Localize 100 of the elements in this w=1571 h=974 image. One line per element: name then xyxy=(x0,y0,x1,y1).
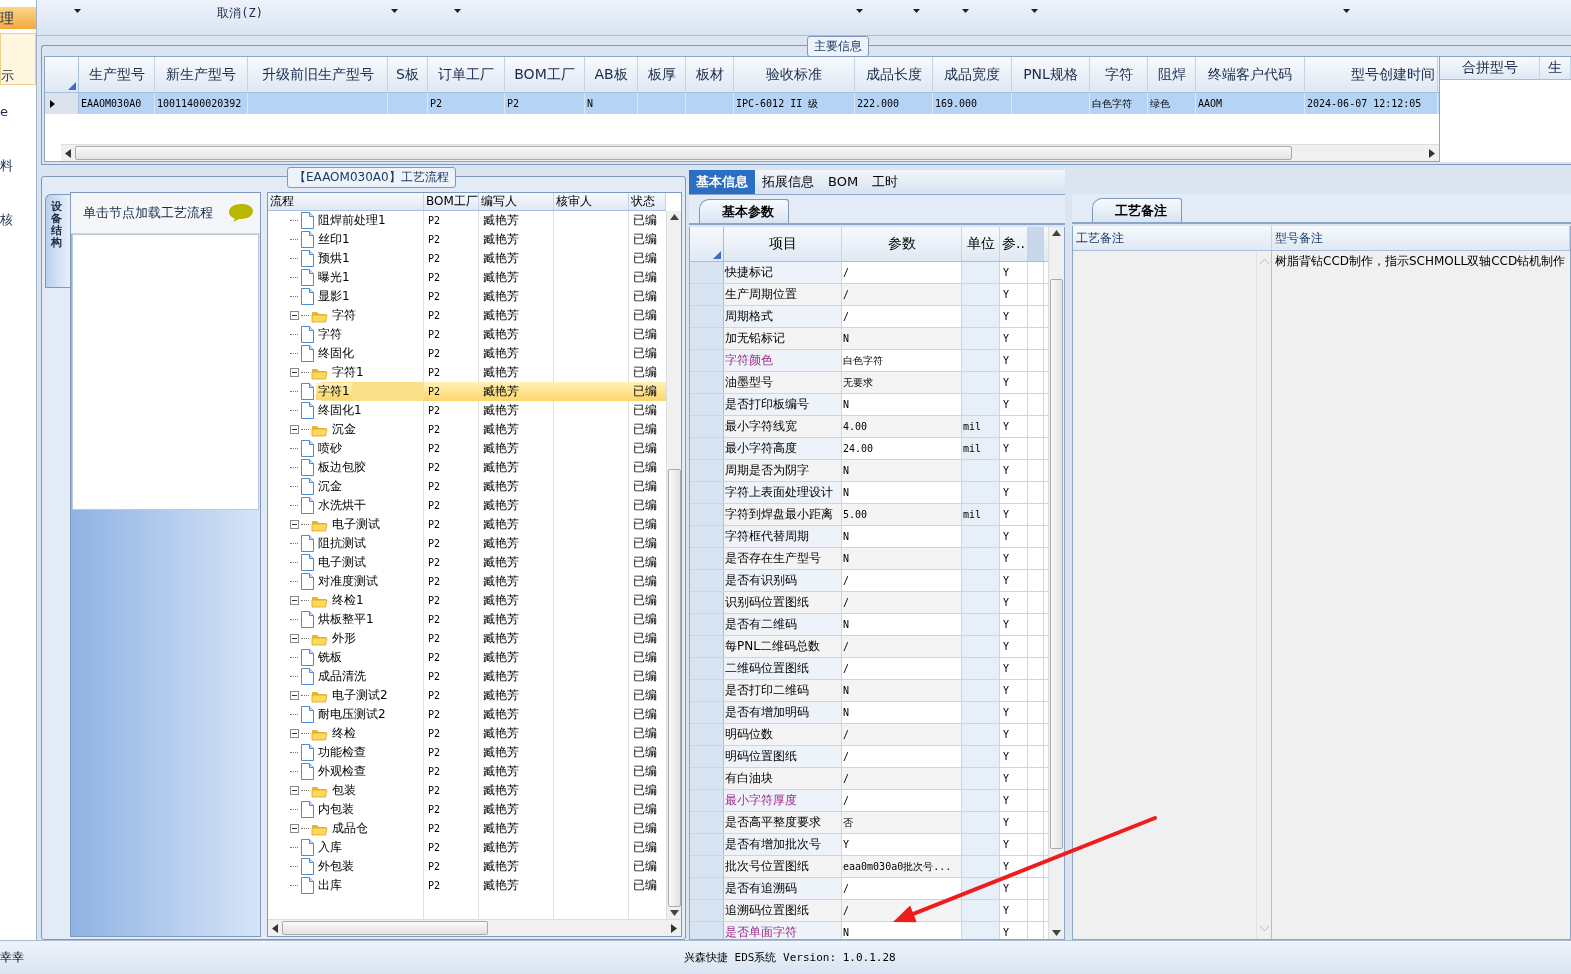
vertical-scrollbar[interactable] xyxy=(1048,227,1064,939)
sidebar-item[interactable]: 核 xyxy=(0,193,36,247)
tree-row[interactable]: 沉金 P2 臧艳芳 已编 xyxy=(268,420,666,439)
column-header[interactable]: 成品宽度 xyxy=(933,57,1012,92)
caret-icon[interactable] xyxy=(74,9,81,13)
column-header[interactable]: 工艺备注 xyxy=(1073,226,1272,250)
tree-row[interactable]: 显影1 P2 臧艳芳 已编 xyxy=(268,287,666,306)
column-header[interactable]: 流程 xyxy=(268,193,424,210)
column-header[interactable]: AB板 xyxy=(585,57,638,92)
tree-row[interactable]: 预烘1 P2 臧艳芳 已编 xyxy=(268,249,666,268)
scroll-left-icon[interactable] xyxy=(65,148,71,158)
tree-row[interactable]: 烘板整平1 P2 臧艳芳 已编 xyxy=(268,610,666,629)
grid-row[interactable]: EAAOM030A0 10011400020392 P2 P2 N IPC-6012 II 级 222.000 169.000 白色字符 绿色 AAOM 2024-06-07 12:12:05 xyxy=(45,93,1439,114)
tree-row[interactable]: 终固化 P2 臧艳芳 已编 xyxy=(268,344,666,363)
horizontal-scrollbar[interactable] xyxy=(268,919,681,936)
tree-row[interactable]: 喷砂 P2 臧艳芳 已编 xyxy=(268,439,666,458)
tab[interactable]: 工艺备注 xyxy=(1092,198,1182,222)
column-header[interactable]: 板厚 xyxy=(638,57,686,92)
tab[interactable]: BOM xyxy=(821,170,866,194)
tree-row[interactable]: 水洗烘干 P2 臧艳芳 已编 xyxy=(268,496,666,515)
tree-row[interactable]: 外形 P2 臧艳芳 已编 xyxy=(268,629,666,648)
column-header[interactable]: 板材 xyxy=(686,57,734,92)
tree-row[interactable]: 板边包胶 P2 臧艳芳 已编 xyxy=(268,458,666,477)
tree-row[interactable]: 电子测试2 P2 臧艳芳 已编 xyxy=(268,686,666,705)
collapse-toggle[interactable] xyxy=(290,824,299,833)
column-header[interactable]: 终端客户代码 xyxy=(1196,57,1305,92)
column-header[interactable]: PNL规格 xyxy=(1012,57,1090,92)
tree-row[interactable]: 包装 P2 臧艳芳 已编 xyxy=(268,781,666,800)
scroll-down-icon[interactable] xyxy=(1052,930,1061,936)
collapse-toggle[interactable] xyxy=(290,729,299,738)
column-header[interactable]: 阻焊 xyxy=(1148,57,1196,92)
tree-row[interactable]: 曝光1 P2 臧艳芳 已编 xyxy=(268,268,666,287)
sidebar-item[interactable]: 示 xyxy=(0,33,36,85)
column-header[interactable]: 新生产型号 xyxy=(155,57,248,92)
collapse-toggle[interactable] xyxy=(290,691,299,700)
tab[interactable]: 基本信息 xyxy=(689,170,755,194)
column-header[interactable]: 合拼型号 xyxy=(1440,57,1540,79)
collapse-toggle[interactable] xyxy=(290,425,299,434)
tree-row[interactable]: 内包装 P2 臧艳芳 已编 xyxy=(268,800,666,819)
column-header[interactable]: 型号备注 xyxy=(1272,226,1570,250)
tab[interactable]: 工时 xyxy=(865,170,906,194)
tree-row[interactable]: 出库 P2 臧艳芳 已编 xyxy=(268,876,666,895)
caret-icon[interactable] xyxy=(1031,9,1038,13)
column-header[interactable]: 编写人 xyxy=(479,193,554,210)
column-header[interactable]: 单位 xyxy=(962,227,1000,261)
collapse-toggle[interactable] xyxy=(290,596,299,605)
caret-icon[interactable] xyxy=(1343,9,1350,13)
tree-row[interactable]: 功能检查 P2 臧艳芳 已编 xyxy=(268,743,666,762)
collapse-toggle[interactable] xyxy=(290,368,299,377)
column-header[interactable]: 状态 xyxy=(629,193,666,210)
scroll-up-icon[interactable] xyxy=(669,214,679,220)
tree-row[interactable]: 终检 P2 臧艳芳 已编 xyxy=(268,724,666,743)
tree-row[interactable]: 沉金 P2 臧艳芳 已编 xyxy=(268,477,666,496)
scrollbar-thumb[interactable] xyxy=(282,921,489,935)
tree-row[interactable]: 铣板 P2 臧艳芳 已编 xyxy=(268,648,666,667)
vertical-scrollbar[interactable] xyxy=(666,211,681,919)
scroll-right-icon[interactable] xyxy=(671,923,677,933)
tree-row[interactable]: 终检1 P2 臧艳芳 已编 xyxy=(268,591,666,610)
sidebar-item[interactable]: e xyxy=(0,85,36,139)
caret-icon[interactable] xyxy=(454,9,461,13)
collapse-toggle[interactable] xyxy=(290,634,299,643)
scroll-left-icon[interactable] xyxy=(272,923,278,933)
tree-row[interactable]: 外包装 P2 臧艳芳 已编 xyxy=(268,857,666,876)
column-header[interactable]: 项目 xyxy=(724,227,842,261)
tree-row[interactable]: 丝印1 P2 臧艳芳 已编 xyxy=(268,230,666,249)
scroll-up-icon[interactable] xyxy=(1052,230,1061,236)
caret-icon[interactable] xyxy=(391,9,398,13)
scrollbar-thumb[interactable] xyxy=(75,146,1292,160)
column-header[interactable]: 生 xyxy=(1540,57,1571,79)
tree-row[interactable]: 阻抗测试 P2 臧艳芳 已编 xyxy=(268,534,666,553)
tree-row[interactable]: 入库 P2 臧艳芳 已编 xyxy=(268,838,666,857)
column-header[interactable]: 验收标准 xyxy=(734,57,855,92)
scrollbar-thumb[interactable] xyxy=(1050,279,1063,850)
tree-row[interactable]: 耐电压测试2 P2 臧艳芳 已编 xyxy=(268,705,666,724)
caret-icon[interactable] xyxy=(962,9,969,13)
scrollbar-thumb[interactable] xyxy=(667,469,681,907)
tab[interactable]: 拓展信息 xyxy=(755,170,821,194)
column-header[interactable]: 成品长度 xyxy=(855,57,933,92)
tree-row[interactable]: 电子测试 P2 臧艳芳 已编 xyxy=(268,515,666,534)
column-header[interactable]: 字符 xyxy=(1090,57,1148,92)
collapse-toggle[interactable] xyxy=(290,786,299,795)
horizontal-scrollbar[interactable] xyxy=(61,144,1439,161)
column-header[interactable]: 升级前旧生产型号 xyxy=(248,57,388,92)
tree-row[interactable]: 终固化1 P2 臧艳芳 已编 xyxy=(268,401,666,420)
tree-row[interactable]: 阻焊前处理1 P2 臧艳芳 已编 xyxy=(268,211,666,230)
tree-row[interactable]: 字符1 P2 臧艳芳 已编 xyxy=(268,363,666,382)
tree-row[interactable]: 字符 P2 臧艳芳 已编 xyxy=(268,306,666,325)
collapse-toggle[interactable] xyxy=(290,311,299,320)
caret-icon[interactable] xyxy=(856,9,863,13)
column-header[interactable]: S板 xyxy=(388,57,428,92)
column-header[interactable]: 型号创建时间 xyxy=(1305,57,1438,92)
tree-row[interactable]: 外观检查 P2 臧艳芳 已编 xyxy=(268,762,666,781)
side-tab[interactable]: 设备结构 xyxy=(45,194,70,288)
tree-row[interactable]: 电子测试 P2 臧艳芳 已编 xyxy=(268,553,666,572)
column-header[interactable]: 核审人 xyxy=(554,193,629,210)
tree-row[interactable]: 成品清洗 P2 臧艳芳 已编 xyxy=(268,667,666,686)
tree-row[interactable]: 对准度测试 P2 臧艳芳 已编 xyxy=(268,572,666,591)
tree-row[interactable]: 字符 P2 臧艳芳 已编 xyxy=(268,325,666,344)
toolbar-button[interactable]: 取消(Z) xyxy=(217,5,263,22)
scroll-right-icon[interactable] xyxy=(1429,148,1435,158)
